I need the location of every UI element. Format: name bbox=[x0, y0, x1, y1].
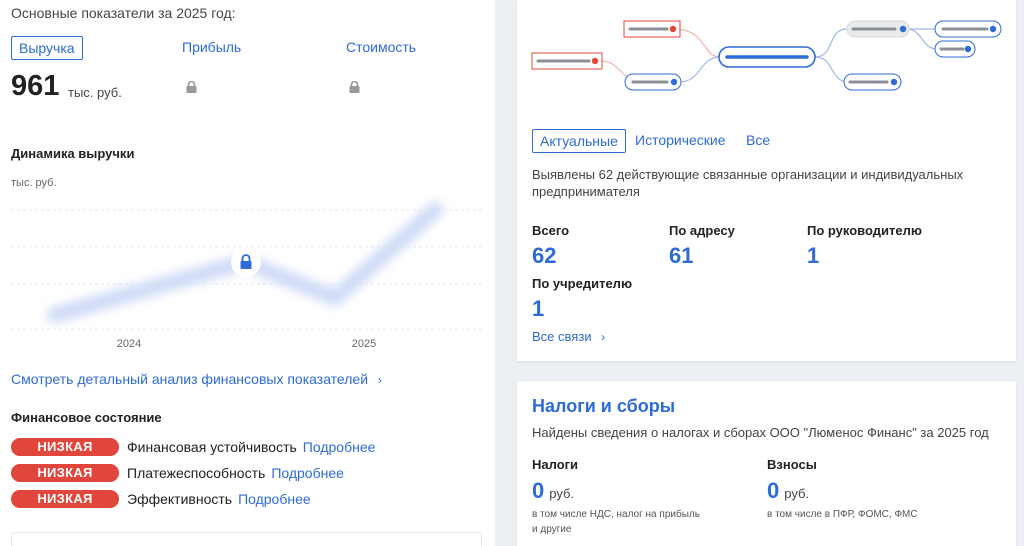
all-links-link[interactable]: Все связи › bbox=[532, 329, 605, 344]
status-badge: НИЗКАЯ bbox=[11, 438, 119, 456]
tab-profit[interactable]: Прибыль bbox=[182, 39, 241, 55]
taxes-label: Налоги bbox=[532, 457, 579, 472]
stat-director-label: По руководителю bbox=[807, 223, 922, 238]
tab-historical[interactable]: Исторические bbox=[635, 132, 726, 148]
detail-analysis-link[interactable]: Смотреть детальный анализ финансовых пок… bbox=[11, 371, 382, 387]
detail-analysis-link-text: Смотреть детальный анализ финансовых пок… bbox=[11, 371, 369, 387]
state-row: НИЗКАЯ Платежеспособность Подробнее bbox=[11, 464, 344, 482]
revenue-value: 961 bbox=[11, 70, 60, 102]
more-link[interactable]: Подробнее bbox=[238, 491, 311, 507]
status-badge: НИЗКАЯ bbox=[11, 464, 119, 482]
x-tick-label: 2024 bbox=[117, 338, 141, 350]
taxes-note: и другие bbox=[532, 524, 572, 535]
links-description: Выявлены 62 действующие связанные органи… bbox=[532, 167, 964, 199]
state-label: Финансовая устойчивость bbox=[127, 439, 297, 455]
fees-note: в том числе в ПФР, ФОМС, ФМС bbox=[767, 509, 918, 520]
all-links-text: Все связи bbox=[532, 329, 592, 344]
taxes-card: Налоги и сборы Найдены сведения о налога… bbox=[517, 381, 1016, 546]
revenue-unit: тыс. руб. bbox=[68, 85, 122, 100]
tab-revenue[interactable]: Выручка bbox=[11, 36, 83, 60]
stat-address-value[interactable]: 61 bbox=[669, 243, 693, 269]
stat-director-value[interactable]: 1 bbox=[807, 243, 819, 269]
chevron-right-icon: › bbox=[601, 330, 606, 344]
stat-founder-value[interactable]: 1 bbox=[532, 296, 544, 322]
stat-total-label: Всего bbox=[532, 223, 570, 238]
profit-lock-icon bbox=[186, 81, 197, 93]
fees-value: 0 bbox=[767, 478, 780, 503]
status-badge: НИЗКАЯ bbox=[11, 490, 119, 508]
next-section-panel bbox=[11, 532, 482, 546]
taxes-unit: руб. bbox=[549, 486, 575, 501]
fees-label: Взносы bbox=[767, 457, 817, 472]
tab-value[interactable]: Стоимость bbox=[346, 39, 416, 55]
more-link[interactable]: Подробнее bbox=[303, 439, 376, 455]
revenue-chart: 2024 2025 bbox=[11, 202, 482, 350]
fees-amount: 0 руб. bbox=[767, 478, 809, 504]
links-card: Актуальные Исторические Все Выявлены 62 … bbox=[517, 0, 1016, 361]
financial-state-title: Финансовое состояние bbox=[11, 410, 162, 425]
stat-total-value[interactable]: 62 bbox=[532, 243, 556, 269]
state-label: Платежеспособность bbox=[127, 465, 266, 481]
more-link[interactable]: Подробнее bbox=[271, 465, 344, 481]
tab-current[interactable]: Актуальные bbox=[532, 129, 626, 153]
stat-founder-label: По учредителю bbox=[532, 276, 633, 291]
state-label: Эффективность bbox=[127, 491, 233, 507]
taxes-amount: 0 руб. bbox=[532, 478, 574, 504]
state-row: НИЗКАЯ Эффективность Подробнее bbox=[11, 490, 311, 508]
taxes-description: Найдены сведения о налогах и сборах ООО … bbox=[532, 425, 989, 440]
taxes-note: в том числе НДС, налог на прибыль bbox=[532, 509, 700, 520]
dynamics-title: Динамика выручки bbox=[11, 146, 135, 161]
chart-unit-label: тыс. руб. bbox=[11, 177, 57, 189]
taxes-title[interactable]: Налоги и сборы bbox=[532, 396, 675, 417]
value-lock-icon bbox=[349, 81, 360, 93]
chevron-right-icon: › bbox=[377, 373, 382, 387]
fees-unit: руб. bbox=[784, 486, 810, 501]
finance-card: Основные показатели за 2025 год: Выручка… bbox=[0, 0, 495, 546]
x-tick-label: 2025 bbox=[352, 338, 376, 350]
state-row: НИЗКАЯ Финансовая устойчивость Подробнее bbox=[11, 438, 375, 456]
finance-header: Основные показатели за 2025 год: bbox=[11, 5, 236, 21]
stat-address-label: По адресу bbox=[669, 223, 735, 238]
relations-graph-illustration bbox=[531, 20, 1002, 91]
tab-all[interactable]: Все bbox=[746, 132, 770, 148]
taxes-value: 0 bbox=[532, 478, 545, 503]
